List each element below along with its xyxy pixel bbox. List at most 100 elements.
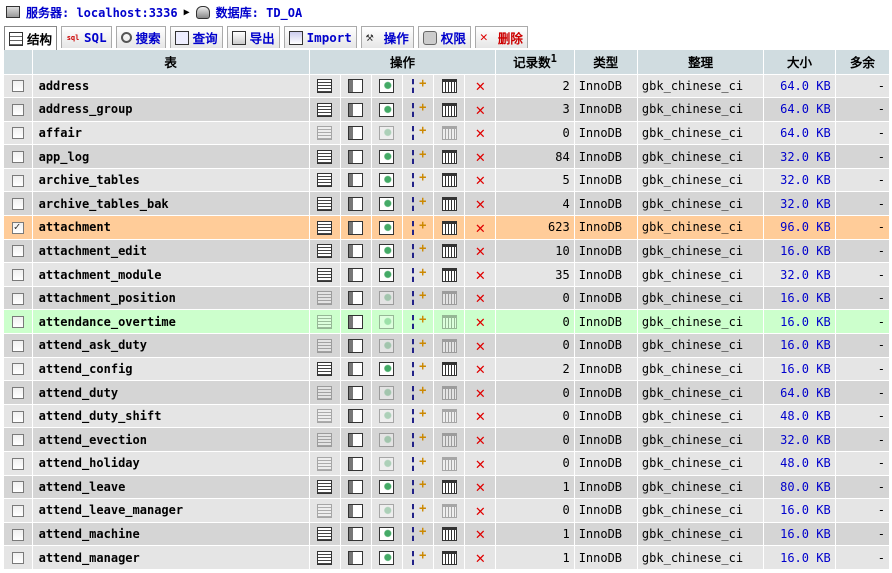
row-checkbox[interactable] — [11, 457, 24, 470]
table-name[interactable]: attend_leave_manager — [32, 498, 310, 523]
drop-icon[interactable]: ✕ — [473, 337, 488, 353]
table-size[interactable]: 32.0 KB — [763, 262, 836, 287]
row-checkbox[interactable] — [11, 245, 24, 258]
empty-icon[interactable] — [441, 220, 457, 235]
header-overhead[interactable]: 多余 — [835, 50, 891, 75]
empty-icon[interactable] — [441, 79, 457, 94]
table-name[interactable]: attend_machine — [32, 522, 310, 547]
header-table[interactable]: 表 — [32, 50, 310, 75]
browse-icon[interactable] — [317, 197, 333, 212]
empty-icon[interactable] — [441, 102, 457, 117]
header-records[interactable]: 记录数1 — [495, 50, 575, 75]
table-size[interactable]: 16.0 KB — [763, 522, 836, 547]
insert-icon[interactable] — [412, 524, 426, 542]
search-icon[interactable] — [379, 244, 395, 259]
header-collation[interactable]: 整理 — [637, 50, 765, 75]
drop-icon[interactable]: ✕ — [473, 243, 488, 259]
table-row[interactable]: attend_manager ✕ 1InnoDBgbk_chinese_ci16.0… — [4, 545, 891, 570]
insert-icon[interactable] — [412, 265, 426, 282]
table-row[interactable]: attend_config ✕ 2InnoDBgbk_chinese_ci16.0 … — [4, 357, 891, 382]
search-icon[interactable] — [379, 550, 395, 565]
empty-icon[interactable] — [441, 550, 457, 565]
table-name[interactable]: attendance_overtime — [32, 309, 310, 335]
table-row[interactable]: attachment ✕ 623InnoDBgbk_chinese_ci96.0 K… — [4, 215, 891, 240]
table-name[interactable]: address_group — [32, 97, 310, 122]
empty-icon[interactable] — [441, 149, 457, 164]
table-name[interactable]: archive_tables_bak — [32, 191, 310, 217]
insert-icon[interactable] — [412, 76, 426, 94]
browse-icon[interactable] — [317, 550, 333, 565]
insert-icon[interactable] — [412, 241, 426, 259]
row-checkbox[interactable] — [11, 504, 24, 517]
table-name[interactable]: affair — [32, 121, 310, 146]
search-icon[interactable] — [379, 362, 395, 377]
table-name[interactable]: attend_ask_duty — [32, 333, 310, 358]
table-row[interactable]: attend_duty ✕ 0InnoDBgbk_chinese_ci64.0 KB… — [4, 380, 891, 405]
browse-icon[interactable] — [317, 102, 333, 117]
drop-icon[interactable]: ✕ — [473, 196, 488, 212]
row-checkbox[interactable] — [11, 151, 24, 164]
insert-icon[interactable] — [412, 100, 426, 117]
table-row[interactable]: app_log ✕ 84InnoDBgbk_chinese_ci32.0 KB- — [4, 144, 891, 169]
insert-icon[interactable] — [412, 170, 426, 188]
table-size[interactable]: 48.0 KB — [763, 404, 836, 429]
row-checkbox[interactable] — [11, 198, 24, 211]
drop-icon[interactable]: ✕ — [473, 384, 488, 400]
tab-4[interactable]: 导出 — [226, 26, 280, 48]
insert-icon[interactable] — [412, 383, 426, 400]
empty-icon[interactable] — [441, 480, 457, 495]
header-type[interactable]: 类型 — [574, 50, 638, 75]
structure-icon[interactable] — [348, 432, 364, 447]
structure-icon[interactable] — [348, 527, 364, 542]
table-size[interactable]: 16.0 KB — [763, 498, 836, 523]
table-size[interactable]: 64.0 KB — [763, 97, 836, 122]
empty-icon[interactable] — [441, 527, 457, 542]
insert-icon[interactable] — [412, 359, 426, 377]
structure-icon[interactable] — [348, 385, 364, 400]
structure-icon[interactable] — [348, 314, 364, 329]
search-icon[interactable] — [379, 149, 395, 164]
structure-icon[interactable] — [348, 456, 364, 471]
table-name[interactable]: attend_holiday — [32, 451, 310, 476]
table-row[interactable]: archive_tables_bak ✕ 4InnoDBgbk_chinese_ci… — [4, 191, 891, 217]
drop-icon[interactable]: ✕ — [473, 408, 488, 424]
header-size[interactable]: 大小 — [763, 50, 836, 75]
insert-icon[interactable] — [412, 548, 426, 565]
table-row[interactable]: attend_duty_shift ✕ 0InnoDBgbk_chinese_ci4… — [4, 404, 891, 429]
structure-icon[interactable] — [348, 291, 364, 306]
table-row[interactable]: attend_leave ✕ 1InnoDBgbk_chinese_ci80.0 K… — [4, 475, 891, 500]
table-size[interactable]: 32.0 KB — [763, 144, 836, 169]
browse-icon[interactable] — [317, 267, 333, 282]
drop-icon[interactable]: ✕ — [473, 549, 488, 565]
table-row[interactable]: address ✕ 2InnoDBgbk_chinese_ci64.0 KB- — [4, 74, 891, 99]
insert-icon[interactable] — [412, 406, 426, 424]
tab-5[interactable]: Import — [283, 26, 357, 48]
drop-icon[interactable]: ✕ — [473, 502, 488, 518]
structure-icon[interactable] — [348, 409, 364, 424]
table-size[interactable]: 32.0 KB — [763, 191, 836, 217]
structure-icon[interactable] — [348, 338, 364, 353]
browse-icon[interactable] — [317, 220, 333, 235]
row-checkbox[interactable] — [11, 552, 24, 565]
row-checkbox[interactable] — [11, 292, 24, 305]
drop-icon[interactable]: ✕ — [473, 125, 488, 141]
browse-icon[interactable] — [317, 173, 333, 188]
search-icon[interactable] — [379, 79, 395, 94]
structure-icon[interactable] — [348, 79, 364, 94]
table-name[interactable]: attachment_module — [32, 262, 310, 287]
table-size[interactable]: 32.0 KB — [763, 427, 836, 452]
drop-icon[interactable]: ✕ — [473, 290, 488, 306]
search-icon[interactable] — [379, 197, 395, 212]
structure-icon[interactable] — [348, 102, 364, 117]
search-icon[interactable] — [379, 480, 395, 495]
row-checkbox[interactable] — [11, 363, 24, 376]
row-checkbox[interactable] — [11, 528, 24, 541]
table-row[interactable]: attend_leave_manager ✕ 0InnoDBgbk_chinese_… — [4, 498, 891, 523]
structure-icon[interactable] — [348, 197, 364, 212]
search-icon[interactable] — [379, 173, 395, 188]
drop-icon[interactable]: ✕ — [473, 78, 488, 94]
server-link[interactable]: 服务器: localhost:3336 — [26, 4, 178, 21]
row-checkbox[interactable] — [11, 269, 24, 282]
drop-icon[interactable]: ✕ — [473, 266, 488, 282]
insert-icon[interactable] — [412, 218, 426, 235]
